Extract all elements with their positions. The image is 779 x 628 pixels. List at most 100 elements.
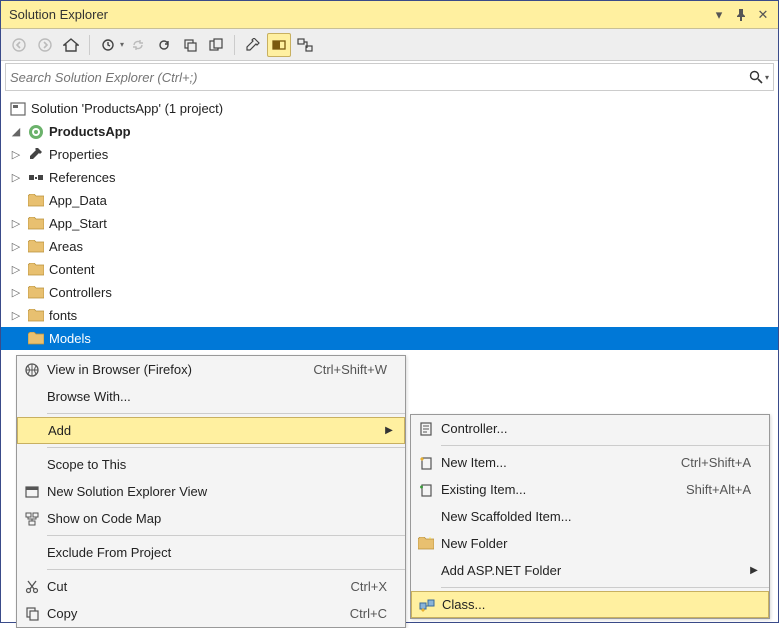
close-button[interactable]: ✕ [754, 6, 772, 24]
menu-label: Cut [47, 579, 351, 594]
pending-changes-button[interactable] [96, 33, 120, 57]
existing-item-icon [411, 476, 441, 503]
home-button[interactable] [59, 33, 83, 57]
menu-new-solution-explorer-view[interactable]: New Solution Explorer View [17, 478, 405, 505]
menu-label: View in Browser (Firefox) [47, 362, 313, 377]
menu-exclude-from-project[interactable]: Exclude From Project [17, 539, 405, 566]
menu-cut[interactable]: Cut Ctrl+X [17, 573, 405, 600]
tree-item-app-start[interactable]: ▷ App_Start [1, 212, 778, 235]
menu-class[interactable]: Class... [411, 591, 769, 618]
tree-item-label: Areas [49, 239, 83, 254]
tree-item-label: Properties [49, 147, 108, 162]
menu-label: Existing Item... [441, 482, 686, 497]
menu-new-scaffolded-item[interactable]: New Scaffolded Item... [411, 503, 769, 530]
expand-arrow-icon[interactable]: ▷ [9, 148, 23, 161]
blank-icon [18, 418, 48, 443]
tree-item-app-data[interactable]: App_Data [1, 189, 778, 212]
menu-add-aspnet-folder[interactable]: Add ASP.NET Folder ▶ [411, 557, 769, 584]
references-icon [27, 170, 45, 186]
code-map-icon [17, 505, 47, 532]
window-options-button[interactable]: ▾ [710, 6, 728, 24]
folder-icon [27, 331, 45, 347]
menu-label: Controller... [441, 421, 761, 436]
preview-selected-button[interactable] [267, 33, 291, 57]
show-all-files-button[interactable] [204, 33, 228, 57]
menu-label: Add [48, 423, 382, 438]
tree-item-properties[interactable]: ▷ Properties [1, 143, 778, 166]
solution-icon [9, 101, 27, 117]
search-input[interactable] [10, 70, 743, 85]
expand-arrow-icon[interactable]: ▷ [9, 217, 23, 230]
menu-view-in-browser[interactable]: View in Browser (Firefox) Ctrl+Shift+W [17, 356, 405, 383]
menu-new-folder[interactable]: New Folder [411, 530, 769, 557]
forward-button[interactable] [33, 33, 57, 57]
tree-item-label: References [49, 170, 115, 185]
tree-item-label: App_Start [49, 216, 107, 231]
folder-icon [27, 262, 45, 278]
project-node[interactable]: ◢ ProductsApp [1, 120, 778, 143]
menu-label: New Item... [441, 455, 681, 470]
menu-label: Class... [442, 597, 760, 612]
expand-arrow-icon[interactable]: ▷ [9, 240, 23, 253]
solution-node[interactable]: Solution 'ProductsApp' (1 project) [1, 97, 778, 120]
search-icon[interactable]: ▾ [743, 70, 769, 84]
expand-arrow-icon[interactable]: ▷ [9, 286, 23, 299]
blank-icon [411, 503, 441, 530]
collapse-all-button[interactable] [178, 33, 202, 57]
menu-shortcut: Ctrl+Shift+A [681, 455, 761, 470]
menu-separator [47, 535, 405, 536]
tree-item-areas[interactable]: ▷ Areas [1, 235, 778, 258]
menu-separator [47, 413, 405, 414]
menu-controller[interactable]: Controller... [411, 415, 769, 442]
menu-show-on-code-map[interactable]: Show on Code Map [17, 505, 405, 532]
class-icon [412, 592, 442, 617]
dropdown-arrow-icon[interactable]: ▾ [120, 40, 124, 49]
toolbar-separator [234, 35, 235, 55]
tree-item-label: Controllers [49, 285, 112, 300]
toolbar: ▾ [1, 29, 778, 61]
new-item-icon [411, 449, 441, 476]
blank-icon [17, 451, 47, 478]
blank-icon [17, 539, 47, 566]
menu-label: Scope to This [47, 457, 397, 472]
refresh-button[interactable] [152, 33, 176, 57]
tree-item-label: Models [49, 331, 91, 346]
tree-item-references[interactable]: ▷ References [1, 166, 778, 189]
toolbar-separator [89, 35, 90, 55]
blank-icon [411, 557, 441, 584]
sync-button[interactable] [126, 33, 150, 57]
csproj-icon [27, 124, 45, 140]
expand-arrow-icon[interactable]: ▷ [9, 171, 23, 184]
menu-existing-item[interactable]: Existing Item... Shift+Alt+A [411, 476, 769, 503]
menu-label: Add ASP.NET Folder [441, 563, 747, 578]
context-submenu-add: Controller... New Item... Ctrl+Shift+A E… [410, 414, 770, 619]
folder-icon [27, 239, 45, 255]
menu-new-item[interactable]: New Item... Ctrl+Shift+A [411, 449, 769, 476]
tree-item-controllers[interactable]: ▷ Controllers [1, 281, 778, 304]
back-button[interactable] [7, 33, 31, 57]
expand-arrow-icon[interactable]: ◢ [9, 125, 23, 138]
tree-item-label: fonts [49, 308, 77, 323]
expand-arrow-icon[interactable]: ▷ [9, 263, 23, 276]
window-title: Solution Explorer [7, 7, 706, 22]
folder-icon [27, 308, 45, 324]
tree-item-fonts[interactable]: ▷ fonts [1, 304, 778, 327]
menu-label: New Solution Explorer View [47, 484, 397, 499]
tree-item-content[interactable]: ▷ Content [1, 258, 778, 281]
folder-icon [27, 193, 45, 209]
expand-arrow-icon[interactable]: ▷ [9, 309, 23, 322]
menu-scope-to-this[interactable]: Scope to This [17, 451, 405, 478]
tree-item-models[interactable]: Models [1, 327, 778, 350]
view-class-diagram-button[interactable] [293, 33, 317, 57]
window-icon [17, 478, 47, 505]
solution-label: Solution 'ProductsApp' (1 project) [31, 101, 223, 116]
new-folder-icon [411, 530, 441, 557]
menu-add[interactable]: Add ▶ [17, 417, 405, 444]
properties-button[interactable] [241, 33, 265, 57]
menu-shortcut: Ctrl+Shift+W [313, 362, 397, 377]
menu-separator [47, 447, 405, 448]
controller-icon [411, 415, 441, 442]
project-label: ProductsApp [49, 124, 131, 139]
menu-browse-with[interactable]: Browse With... [17, 383, 405, 410]
pin-button[interactable] [732, 6, 750, 24]
